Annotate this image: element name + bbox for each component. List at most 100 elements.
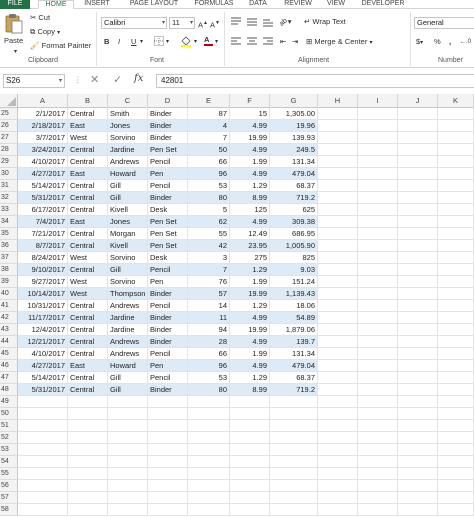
cell[interactable]: 139.93 [270,132,318,144]
cell[interactable] [438,156,474,168]
cell[interactable] [438,444,474,456]
cell[interactable]: 96 [188,168,230,180]
cell[interactable]: 57 [188,288,230,300]
cell[interactable]: 5/14/2017 [18,372,68,384]
cell[interactable]: Sorvino [108,252,148,264]
cell[interactable]: 19.99 [230,324,270,336]
cell[interactable] [318,192,358,204]
align-left-icon[interactable] [230,37,242,50]
paste-dropdown-icon[interactable]: ▾ [14,47,17,57]
cell[interactable] [358,384,398,396]
align-right-icon[interactable] [262,37,274,50]
cell[interactable] [68,420,108,432]
cell[interactable]: 1.99 [230,348,270,360]
cell[interactable] [438,456,474,468]
cell[interactable] [318,420,358,432]
row-header[interactable]: 51 [0,420,18,432]
cell[interactable] [230,444,270,456]
cell[interactable]: 4.99 [230,144,270,156]
column-header[interactable]: F [230,94,270,108]
cell[interactable] [230,504,270,516]
cell[interactable]: 12/4/2017 [18,324,68,336]
cell[interactable]: 11/17/2017 [18,312,68,324]
cell[interactable]: Central [68,324,108,336]
row-header[interactable]: 28 [0,144,18,156]
cell[interactable]: 686.95 [270,228,318,240]
cell[interactable]: Andrews [108,336,148,348]
cell[interactable]: Central [68,384,108,396]
cell[interactable] [188,456,230,468]
tab-formulas[interactable]: FORMULAS [192,0,236,9]
shrink-font-icon[interactable]: A▼ [210,18,220,31]
cell[interactable]: Pencil [148,156,188,168]
cell[interactable]: 4/10/2017 [18,348,68,360]
cell[interactable] [318,240,358,252]
cell[interactable] [358,336,398,348]
cell[interactable]: 9/27/2017 [18,276,68,288]
cell[interactable] [358,480,398,492]
row-header[interactable]: 50 [0,408,18,420]
cell[interactable]: Andrews [108,300,148,312]
cell[interactable] [438,468,474,480]
cell[interactable]: Andrews [108,156,148,168]
cell[interactable] [398,324,438,336]
cell[interactable] [318,120,358,132]
cell[interactable] [18,492,68,504]
align-bottom-icon[interactable] [262,17,274,30]
cell[interactable] [188,420,230,432]
cell[interactable] [108,408,148,420]
cell[interactable] [438,432,474,444]
cell[interactable] [108,504,148,516]
row-header[interactable]: 34 [0,216,18,228]
cell[interactable] [438,408,474,420]
cell[interactable]: 131.34 [270,156,318,168]
row-header[interactable]: 38 [0,264,18,276]
cell[interactable] [108,468,148,480]
italic-button[interactable]: I [118,37,120,47]
cell[interactable] [270,504,318,516]
cell[interactable] [398,444,438,456]
cell[interactable] [358,132,398,144]
underline-button[interactable]: U [131,37,136,47]
cell[interactable] [438,192,474,204]
orientation-icon[interactable]: ab▾ [278,17,291,28]
cell[interactable]: 15 [230,108,270,120]
cell[interactable] [358,444,398,456]
cell[interactable] [358,228,398,240]
cell[interactable]: Pencil [148,372,188,384]
cell[interactable]: 719.2 [270,384,318,396]
underline-dropdown-icon[interactable]: ▾ [140,37,143,47]
cell[interactable] [188,492,230,504]
cell[interactable] [438,108,474,120]
cell[interactable] [358,468,398,480]
cell[interactable]: 7/4/2017 [18,216,68,228]
cell[interactable]: 275 [230,252,270,264]
cell[interactable]: Central [68,192,108,204]
cell[interactable] [230,492,270,504]
cell[interactable] [318,300,358,312]
cell[interactable]: 7 [188,264,230,276]
fill-color-icon[interactable] [180,35,192,50]
cell[interactable] [398,180,438,192]
cell[interactable] [108,444,148,456]
cell[interactable] [358,300,398,312]
cell[interactable]: 1,305.00 [270,108,318,120]
cell[interactable] [270,444,318,456]
cell[interactable]: Central [68,336,108,348]
cell[interactable]: East [68,120,108,132]
cell[interactable]: Pencil [148,264,188,276]
cell[interactable]: 9.03 [270,264,318,276]
cell[interactable]: 54.89 [270,312,318,324]
cell[interactable]: 42 [188,240,230,252]
row-header[interactable]: 27 [0,132,18,144]
cell[interactable] [318,348,358,360]
cell[interactable]: 1.29 [230,372,270,384]
cell[interactable]: 1.29 [230,264,270,276]
cell[interactable]: Binder [148,120,188,132]
cell[interactable] [438,492,474,504]
cell[interactable]: 4.99 [230,312,270,324]
cell[interactable]: Gill [108,372,148,384]
cell[interactable] [318,216,358,228]
cell[interactable] [188,504,230,516]
row-header[interactable]: 37 [0,252,18,264]
